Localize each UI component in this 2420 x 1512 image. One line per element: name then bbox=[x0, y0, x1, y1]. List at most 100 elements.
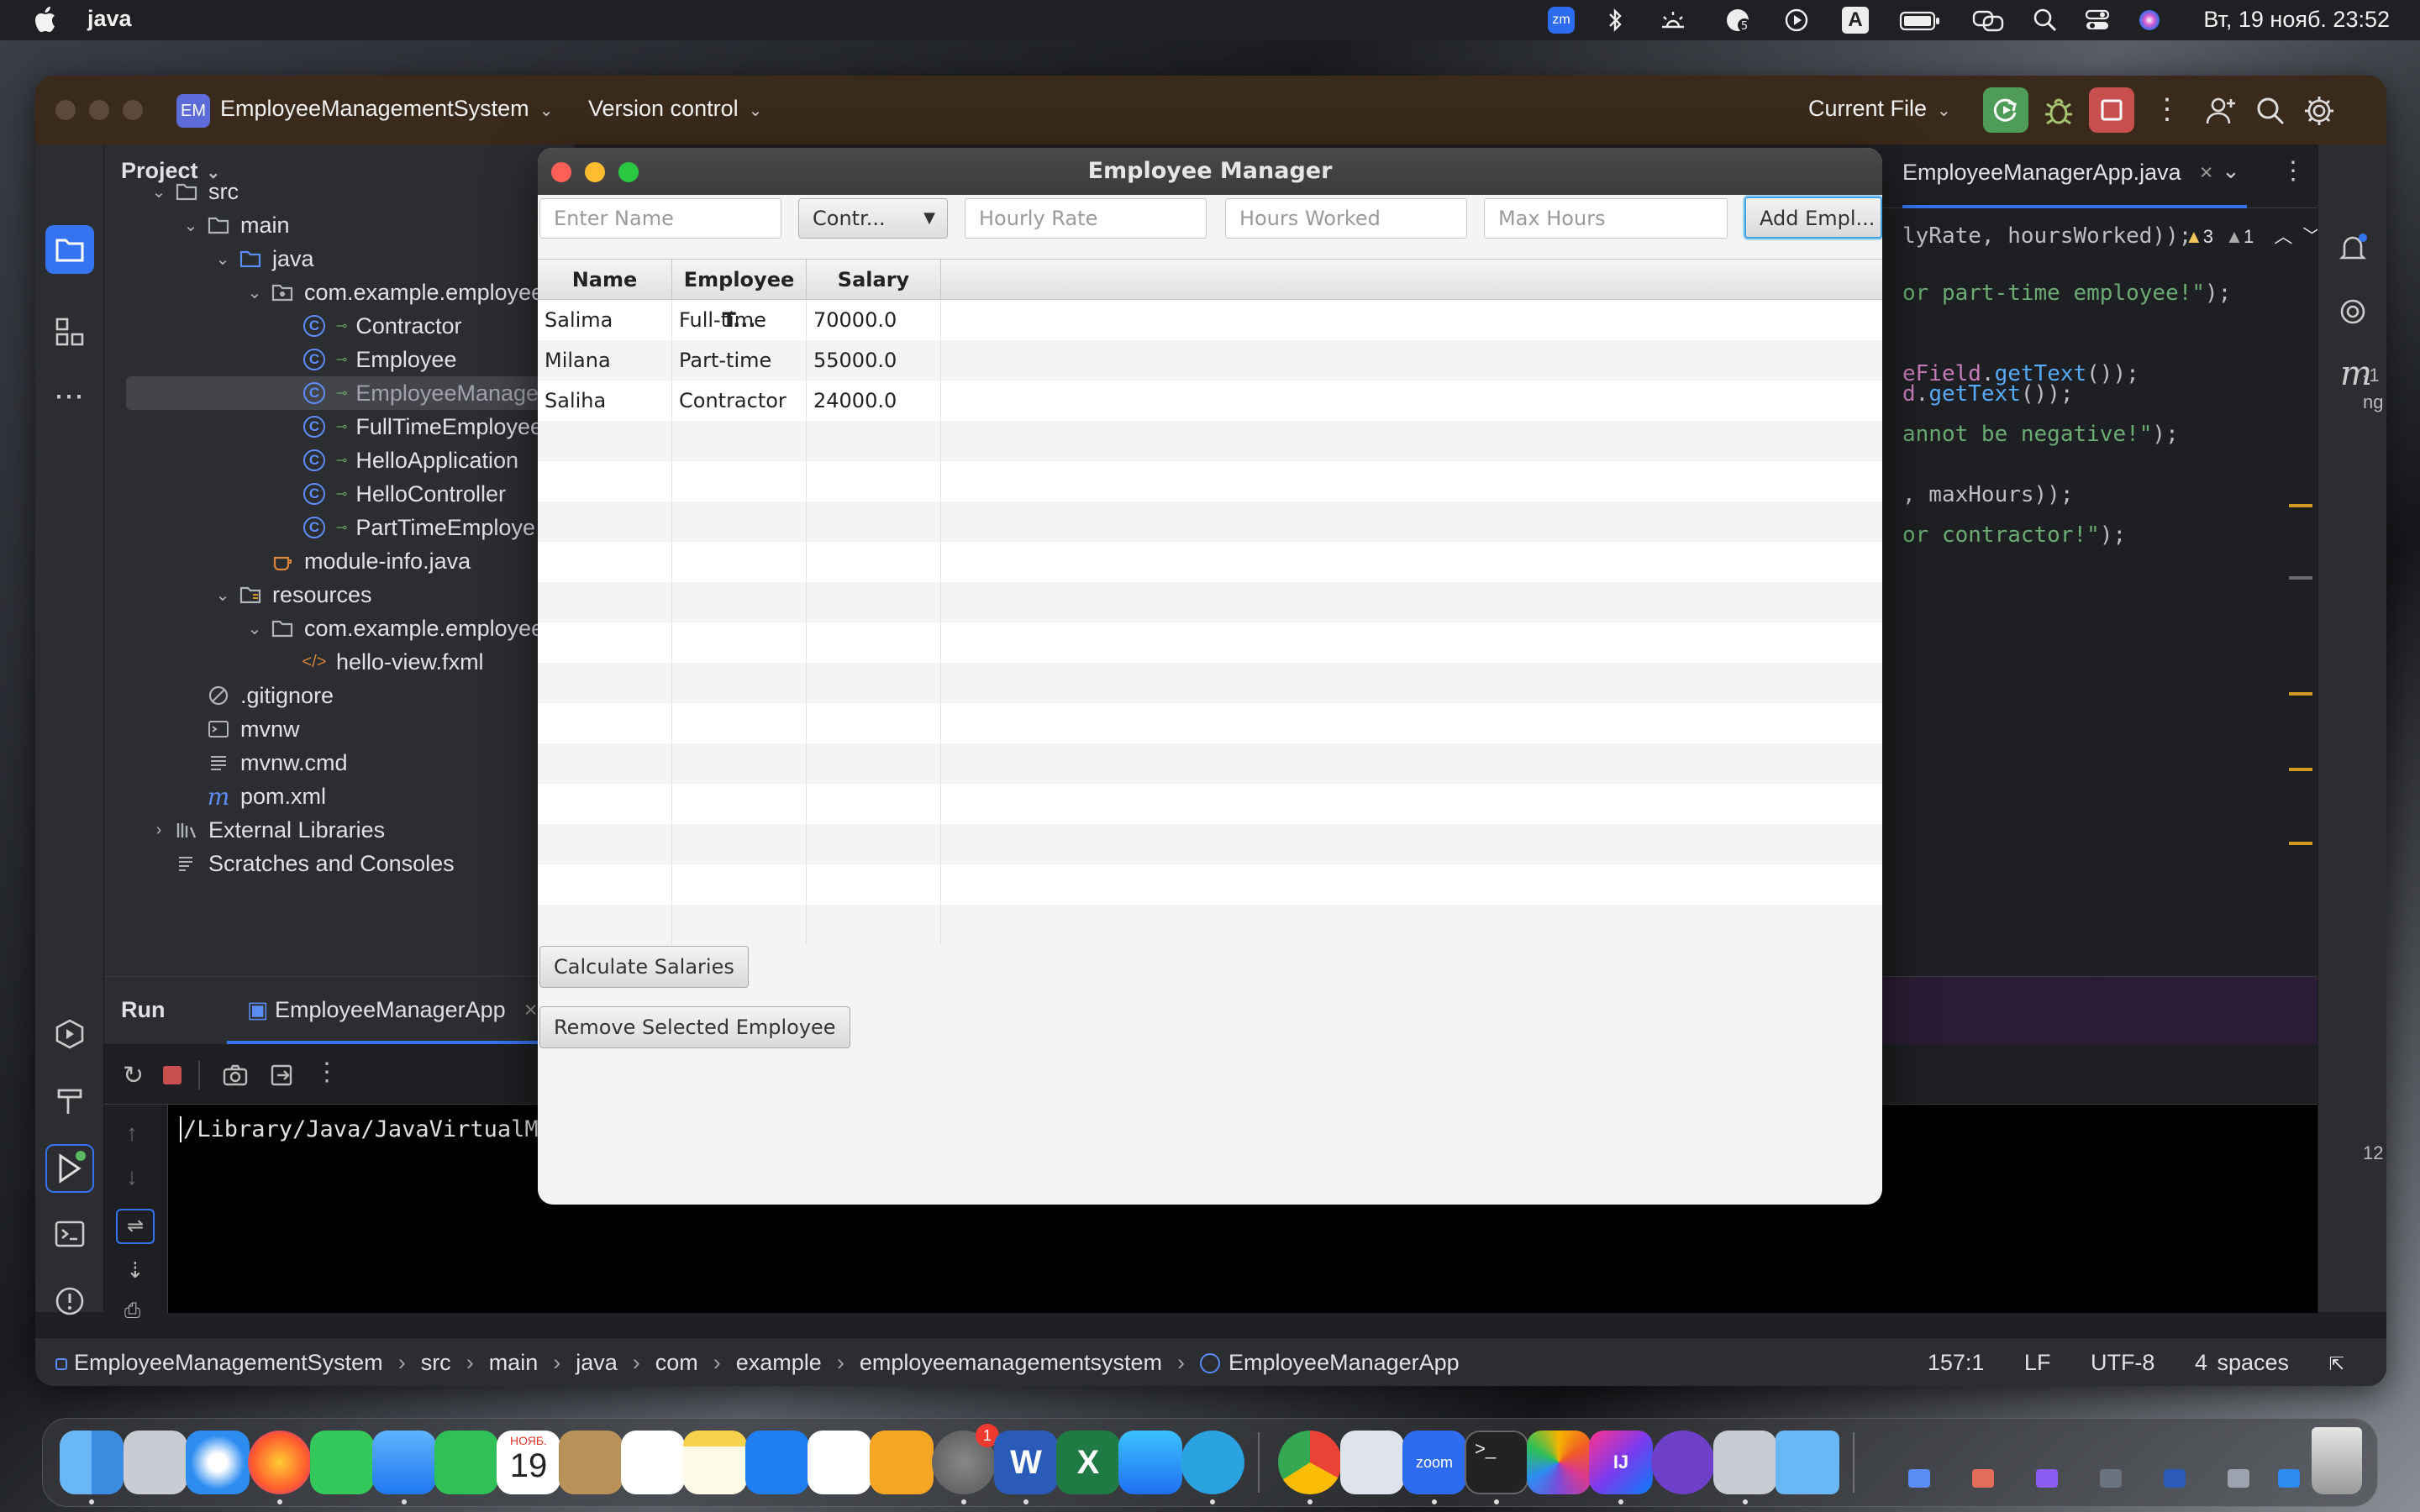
chrome-icon[interactable] bbox=[1278, 1431, 1342, 1494]
tree-item[interactable]: ⌄ main bbox=[104, 208, 575, 242]
terminal-icon[interactable] bbox=[54, 1218, 86, 1250]
photos-icon[interactable] bbox=[1527, 1431, 1591, 1494]
lock-icon[interactable]: ⇱ bbox=[2329, 1353, 2344, 1374]
breadcrumb-item[interactable]: src bbox=[421, 1350, 451, 1375]
tabs-more-icon[interactable]: ⋮ bbox=[2281, 156, 2306, 186]
chevron-down-icon[interactable]: ⌄ bbox=[215, 250, 230, 269]
facetime-icon[interactable] bbox=[434, 1431, 498, 1494]
minimized-window-icon[interactable] bbox=[1972, 1469, 1994, 1488]
line-separator[interactable]: LF bbox=[2024, 1350, 2051, 1375]
zoom-status-icon[interactable]: zm bbox=[1548, 7, 1575, 34]
brightness-icon[interactable] bbox=[1659, 7, 1686, 34]
table-row[interactable] bbox=[538, 663, 1882, 703]
ai-assistant-icon[interactable] bbox=[2337, 296, 2369, 328]
apple-icon[interactable] bbox=[32, 5, 57, 34]
tree-item[interactable]: ⌄ com.example.employee bbox=[104, 276, 575, 309]
calendar-icon[interactable]: НОЯБ. 19 bbox=[497, 1431, 560, 1494]
safari-icon[interactable] bbox=[186, 1431, 250, 1494]
close-tab-icon[interactable]: × bbox=[2200, 160, 2213, 185]
camera-icon[interactable] bbox=[222, 1063, 249, 1088]
scroll-down-icon[interactable]: ↓ bbox=[126, 1163, 138, 1190]
minimized-window-icon[interactable] bbox=[2100, 1469, 2122, 1488]
table-row[interactable] bbox=[538, 461, 1882, 501]
max-hours-input[interactable]: Max Hours bbox=[1484, 198, 1728, 239]
more-tools-icon[interactable]: ⋯ bbox=[54, 378, 84, 413]
messages-icon[interactable] bbox=[310, 1431, 374, 1494]
tree-item[interactable]: › External Libraries bbox=[104, 813, 575, 847]
tree-item[interactable]: C ⊸ EmployeeManage bbox=[126, 376, 575, 410]
soft-wrap-icon[interactable]: ⇌ bbox=[116, 1209, 155, 1244]
project-tool-button[interactable] bbox=[45, 225, 94, 274]
run-config-selector[interactable]: Current File ⌄ bbox=[1808, 96, 1951, 122]
caret-position[interactable]: 157:1 bbox=[1928, 1350, 1985, 1375]
add-employee-button[interactable]: Add Empl... bbox=[1744, 197, 1882, 239]
stop-icon[interactable] bbox=[163, 1066, 182, 1084]
table-row[interactable] bbox=[538, 582, 1882, 622]
dialog-zoom-button[interactable] bbox=[618, 162, 639, 182]
minimized-window-icon[interactable] bbox=[2228, 1469, 2249, 1488]
tree-item[interactable]: m pom.xml bbox=[104, 780, 575, 813]
services-icon[interactable] bbox=[54, 1018, 86, 1050]
bluetooth-icon[interactable] bbox=[1602, 7, 1628, 34]
tree-item[interactable]: ⌄ src bbox=[104, 175, 575, 208]
zoom-window-button[interactable] bbox=[123, 100, 143, 120]
reminders-icon[interactable] bbox=[621, 1431, 685, 1494]
terminal-app-icon[interactable]: >_ bbox=[1465, 1431, 1528, 1494]
breadcrumb-item[interactable]: com bbox=[655, 1350, 698, 1375]
java-app-icon[interactable] bbox=[1713, 1431, 1777, 1494]
chevron-up-icon[interactable]: ︿ bbox=[2274, 226, 2292, 247]
indent-setting[interactable]: 4 spaces bbox=[2195, 1350, 2289, 1375]
table-row[interactable] bbox=[538, 864, 1882, 905]
downloads-folder-icon[interactable] bbox=[1776, 1431, 1839, 1494]
column-header-type[interactable]: Employee T... bbox=[672, 260, 807, 332]
table-row[interactable] bbox=[538, 743, 1882, 784]
firefox-icon[interactable] bbox=[248, 1431, 312, 1494]
telegram-icon[interactable] bbox=[1181, 1431, 1244, 1494]
keynote-icon[interactable] bbox=[745, 1431, 809, 1494]
menu-clock[interactable]: Вт, 19 нояб. 23:52 bbox=[2203, 7, 2390, 33]
tree-item[interactable]: Scratches and Consoles bbox=[104, 847, 575, 880]
chevron-down-icon[interactable]: ⌄ bbox=[151, 183, 166, 202]
breadcrumb-item[interactable]: EmployeeManagementSystem bbox=[74, 1350, 383, 1375]
settings-gear-icon[interactable] bbox=[2302, 94, 2336, 128]
problems-icon[interactable] bbox=[54, 1285, 86, 1317]
employee-table[interactable]: Name Employee T... Salary Salima Full-tim… bbox=[538, 259, 1882, 945]
tree-item[interactable]: .gitignore bbox=[104, 679, 575, 712]
tree-item[interactable]: ⌄ resources bbox=[104, 578, 575, 612]
chevron-down-icon[interactable]: ⌄ bbox=[247, 284, 262, 302]
print-icon[interactable]: ⎙ bbox=[124, 1299, 140, 1323]
spotlight-search-icon[interactable] bbox=[2032, 7, 2059, 34]
cloud-sync-icon[interactable]: 5 bbox=[1723, 7, 1751, 34]
add-user-icon[interactable] bbox=[2203, 94, 2237, 128]
more-actions-icon[interactable]: ⋮ bbox=[2153, 94, 2181, 128]
breadcrumb-item[interactable]: EmployeeManagerApp bbox=[1228, 1350, 1460, 1375]
tree-item[interactable]: C ⊸ Employee bbox=[104, 343, 575, 376]
breadcrumb-item[interactable]: java bbox=[576, 1350, 618, 1375]
build-hammer-icon[interactable] bbox=[54, 1085, 86, 1117]
tree-item[interactable]: C ⊸ Contractor bbox=[104, 309, 575, 343]
postgresql-icon[interactable] bbox=[1340, 1431, 1404, 1494]
minimized-window-icon[interactable] bbox=[2164, 1469, 2186, 1488]
tree-item[interactable]: mvnw bbox=[104, 712, 575, 746]
chevron-down-icon[interactable]: ⌄ bbox=[247, 620, 262, 638]
tree-item[interactable]: C ⊸ HelloController bbox=[104, 477, 575, 511]
file-encoding[interactable]: UTF-8 bbox=[2091, 1350, 2155, 1375]
close-tab-icon[interactable]: × bbox=[524, 997, 538, 1022]
inspections-widget[interactable]: ▲3 ▲1 ︿ ﹀ bbox=[2185, 222, 2321, 249]
minimized-window-icon[interactable] bbox=[2278, 1469, 2300, 1488]
play-circle-icon[interactable] bbox=[1783, 7, 1810, 34]
search-icon[interactable] bbox=[2254, 94, 2287, 128]
notifications-icon[interactable] bbox=[2337, 232, 2369, 264]
table-row[interactable] bbox=[538, 421, 1882, 461]
github-desktop-icon[interactable] bbox=[1651, 1431, 1715, 1494]
run-tab[interactable]: ▣ EmployeeManagerApp × bbox=[247, 997, 537, 1023]
zoom-icon[interactable]: zoom bbox=[1402, 1431, 1466, 1494]
table-row[interactable] bbox=[538, 905, 1882, 945]
rerun-button[interactable] bbox=[1983, 87, 2028, 133]
table-row[interactable] bbox=[538, 542, 1882, 582]
calculate-salaries-button[interactable]: Calculate Salaries bbox=[539, 946, 749, 988]
control-center-icon[interactable] bbox=[2084, 7, 2111, 34]
column-header-name[interactable]: Name bbox=[538, 260, 672, 300]
table-row[interactable]: Salima Full-time 70000.0 bbox=[538, 300, 1882, 340]
scroll-end-icon[interactable]: ⇣ bbox=[126, 1257, 145, 1284]
